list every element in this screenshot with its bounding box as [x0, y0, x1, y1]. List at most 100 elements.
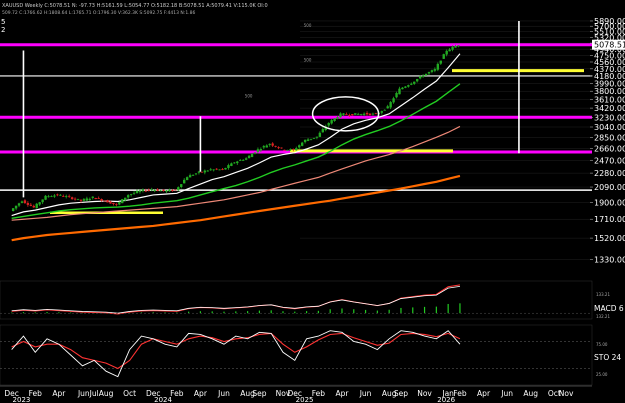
candle-body	[330, 120, 333, 124]
candle-body	[221, 169, 224, 170]
candle-body	[41, 199, 44, 203]
candle-body	[168, 189, 171, 192]
candle-body	[365, 112, 369, 115]
time-axis-label: Apr	[194, 389, 208, 398]
candle-body	[368, 113, 372, 116]
price-tick-label: 1520.00	[594, 234, 625, 243]
candle-body	[65, 196, 68, 198]
candle-body	[421, 75, 425, 77]
stochastic-d-line	[11, 332, 461, 370]
candle-body	[103, 200, 106, 202]
candle-body	[268, 143, 271, 145]
candle-body	[26, 202, 30, 205]
price-tick-label: 3610.00	[594, 95, 625, 104]
year-label: 2024	[154, 396, 172, 403]
candle-body	[292, 149, 295, 150]
price-tick-label: 2470.00	[594, 156, 625, 165]
candle-body	[283, 149, 286, 151]
candle-body	[206, 170, 209, 172]
candle-body	[138, 190, 142, 192]
candle-body	[185, 177, 189, 181]
stochastic-axis-label: 25.00	[596, 372, 608, 377]
time-axis: Dec Feb Apr JunJul Aug Oct Dec Feb Apr Jun AugSep N…	[0, 385, 592, 403]
chart-area: XAUUSD Weekly C:5078.51 N: -97.73 H:5161…	[0, 3, 625, 403]
candle-body	[401, 87, 404, 90]
candle-body	[380, 111, 383, 113]
macd-layer: 133.21 132.21	[0, 284, 610, 319]
candle-body	[188, 175, 192, 178]
time-axis-label: Sep	[252, 389, 266, 398]
candle-body	[256, 149, 260, 152]
candle-body	[88, 198, 92, 200]
price-tick-label: 1710.00	[594, 215, 625, 224]
candle-body	[374, 113, 378, 115]
candle-body	[457, 45, 460, 47]
time-axis-label: Feb	[170, 389, 184, 398]
time-axis-label: JunJul	[77, 389, 99, 398]
candle-body	[47, 196, 50, 198]
time-axis-label: Apr	[335, 389, 349, 398]
candle-body	[327, 122, 330, 126]
candle-body	[212, 169, 215, 171]
candle-body	[357, 113, 360, 115]
time-axis-label: Nov	[417, 389, 432, 398]
candle-body	[141, 189, 145, 191]
stochastic-label: STO 24	[594, 353, 621, 362]
candle-body	[433, 69, 437, 71]
candle-body	[392, 98, 395, 103]
macd-signal-line	[11, 284, 461, 315]
time-axis-label: Apr	[52, 389, 66, 398]
candle-body	[436, 63, 440, 70]
candle-body	[129, 194, 133, 195]
time-axis-label: Jun	[500, 389, 513, 398]
candle-body	[247, 155, 251, 159]
candle-body	[73, 198, 77, 200]
candle-body	[445, 50, 448, 55]
macd-axis-label: 132.21	[596, 314, 610, 319]
price-axis: 5890.005700.005510.005320.005130.004940.…	[590, 17, 625, 265]
candle-body	[14, 205, 18, 209]
time-axis-label: Nov	[559, 389, 574, 398]
price-tick-label: 2660.00	[594, 144, 625, 153]
header-fragment-bottom: 2	[1, 26, 5, 34]
candle-body	[171, 189, 174, 191]
candle-body	[306, 139, 310, 141]
time-axis-label: Oct	[123, 389, 136, 398]
candle-body	[17, 203, 21, 206]
time-axis-label: Jun	[217, 389, 230, 398]
grid-layer	[300, 20, 590, 260]
chart-header-line1: XAUUSD Weekly C:5078.51 N: -97.73 H:5161…	[2, 3, 268, 9]
candle-body	[106, 200, 109, 203]
candle-body	[191, 174, 195, 176]
candle-body	[250, 153, 254, 158]
candle-body	[439, 60, 442, 64]
price-tick-label: 2850.00	[594, 133, 625, 142]
candle-body	[395, 93, 398, 98]
candle-body	[35, 203, 38, 209]
candle-body	[32, 205, 35, 208]
candle-body	[162, 189, 165, 191]
price-tick-label: 3040.00	[594, 123, 625, 132]
candle-body	[150, 189, 153, 191]
candle-body	[451, 46, 454, 50]
year-label: 2025	[296, 396, 314, 403]
markers-layer: 500 500 500	[22, 20, 520, 198]
candle-body	[333, 118, 336, 121]
candle-body	[300, 142, 304, 146]
candle-body	[194, 173, 198, 175]
candle-body	[386, 106, 389, 109]
candle-body	[407, 85, 410, 87]
time-axis-label: Sep	[394, 389, 408, 398]
candle-body	[321, 129, 325, 133]
candle-body	[53, 195, 56, 197]
candle-body	[289, 149, 292, 151]
candle-body	[124, 197, 127, 201]
candle-body	[274, 145, 277, 147]
time-axis-label: Aug	[523, 389, 538, 398]
candle-body	[118, 202, 121, 205]
year-label: 2026	[437, 396, 455, 403]
candle-body	[424, 73, 428, 76]
candle-body	[253, 152, 257, 154]
candle-body	[345, 114, 348, 115]
candle-body	[115, 203, 118, 205]
